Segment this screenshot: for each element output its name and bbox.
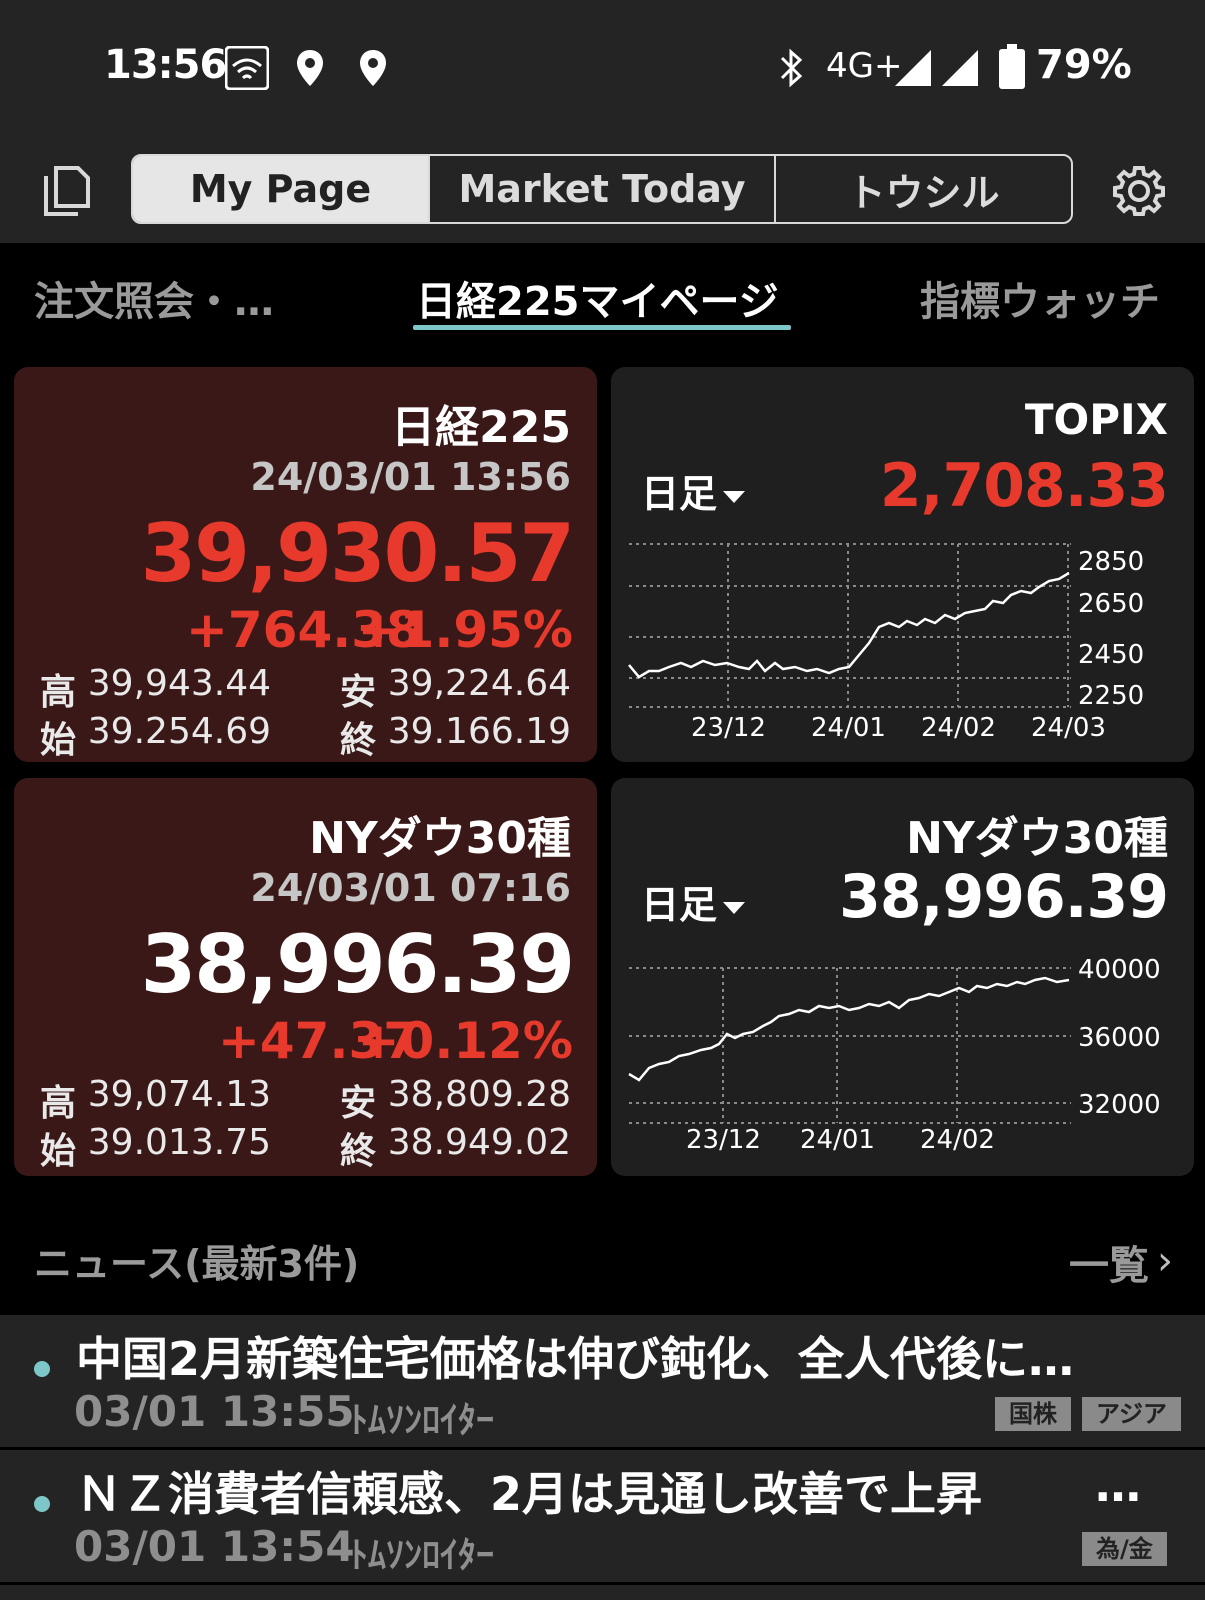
high-label: 高 <box>40 672 77 713</box>
open-label: 始 <box>40 720 77 761</box>
nikkei-timestamp: 24/03/01 13:56 <box>250 455 571 499</box>
dow-high-low-row: 高 39,074.13 安 38,809.28 <box>40 1074 571 1124</box>
low-label: 安 <box>340 672 377 713</box>
news-headline-ellipsis: … <box>1095 1458 1141 1512</box>
dow-card[interactable]: NYダウ30種 24/03/01 07:16 38,996.39 +47.37 … <box>14 778 597 1176</box>
y-tick: 36000 <box>1078 1023 1161 1053</box>
period-dropdown[interactable]: 日足 <box>641 463 746 518</box>
status-bar: 13:56 4G+ 79% <box>0 0 1205 140</box>
news-item[interactable]: 中国2月新築住宅価格は伸び鈍化、全人代後に… 03/01 13:55 ﾄﾑｿﾝﾛ… <box>0 1312 1205 1447</box>
nikkei-card[interactable]: 日経225 24/03/01 13:56 39,930.57 +764.38 +… <box>14 367 597 762</box>
dow-open-close-row: 始 39.013.75 終 38.949.02 <box>40 1122 571 1172</box>
high-label: 高 <box>40 1083 77 1124</box>
open-value: 39.013.75 <box>87 1122 271 1163</box>
y-tick: 2850 <box>1078 547 1145 577</box>
x-tick: 23/12 <box>686 1125 761 1155</box>
close-label: 終 <box>340 1131 377 1172</box>
sub-tabs: 注文照会・… 日経225マイページ 指標ウォッチ <box>0 243 1205 338</box>
location-icon <box>358 48 388 92</box>
nikkei-title: 日経225 <box>391 402 571 453</box>
signal-icon <box>940 48 980 92</box>
unread-dot-icon <box>34 1496 50 1512</box>
low-value: 39,224.64 <box>387 663 571 704</box>
subtab-index-watch[interactable]: 指標ウォッチ <box>920 269 1160 327</box>
high-value: 39,074.13 <box>87 1074 271 1115</box>
open-label: 始 <box>40 1131 77 1172</box>
y-tick: 32000 <box>1078 1090 1161 1120</box>
open-value: 39.254.69 <box>87 711 271 752</box>
dow-chart-value: 38,996.39 <box>839 862 1169 932</box>
gear-icon[interactable] <box>1112 164 1166 222</box>
location-icon <box>295 48 325 92</box>
subtab-nikkei-mypage[interactable]: 日経225マイページ <box>416 269 779 327</box>
close-label: 終 <box>340 720 377 761</box>
x-tick: 23/12 <box>691 713 766 743</box>
topix-card[interactable]: TOPIX 日足 2,708.33 2850 2650 2450 2250 23… <box>611 367 1194 762</box>
news-source: ﾄﾑｿﾝﾛｲﾀｰ <box>350 1400 494 1441</box>
bluetooth-icon <box>774 48 808 92</box>
main-segment-tabs: My Page Market Today トウシル <box>131 154 1073 224</box>
chevron-down-icon <box>723 490 746 503</box>
news-section-title: ニュース(最新3件) <box>34 1242 360 1286</box>
y-tick: 2250 <box>1078 681 1145 711</box>
y-tick: 2450 <box>1078 640 1145 670</box>
dow-title: NYダウ30種 <box>309 813 571 864</box>
chevron-right-icon[interactable]: › <box>1157 1238 1173 1284</box>
tab-market-today[interactable]: Market Today <box>430 156 776 222</box>
topix-title: TOPIX <box>1024 395 1168 444</box>
subtab-order-inquiry[interactable]: 注文照会・… <box>34 269 274 327</box>
dow-change-pct: +0.12% <box>357 1012 573 1070</box>
tab-my-page[interactable]: My Page <box>133 156 430 222</box>
low-value: 38,809.28 <box>387 1074 571 1115</box>
news-date: 03/01 13:55 <box>74 1387 355 1436</box>
dow-chart-card[interactable]: NYダウ30種 日足 38,996.39 40000 36000 32000 2… <box>611 778 1194 1176</box>
x-tick: 24/01 <box>811 713 886 743</box>
news-source: ﾄﾑｿﾝﾛｲﾀｰ <box>350 1535 494 1576</box>
close-value: 39.166.19 <box>387 711 571 752</box>
news-headline: 中国2月新築住宅価格は伸び鈍化、全人代後に… <box>76 1332 1075 1386</box>
y-tick: 40000 <box>1078 955 1161 985</box>
low-label: 安 <box>340 1083 377 1124</box>
status-time: 13:56 <box>104 42 227 88</box>
active-tab-indicator <box>413 325 791 330</box>
period-label: 日足 <box>641 883 718 927</box>
wifi-icon <box>224 45 270 94</box>
battery-icon <box>998 44 1026 94</box>
news-item[interactable] <box>0 1582 1205 1600</box>
top-toolbar: My Page Market Today トウシル <box>0 140 1205 243</box>
nikkei-change-pct: +1.95% <box>357 601 573 659</box>
network-type: 4G+ <box>826 46 903 86</box>
news-tag: 国株 <box>995 1397 1071 1431</box>
dow-value: 38,996.39 <box>140 918 575 1011</box>
x-tick: 24/03 <box>1031 713 1106 743</box>
nikkei-high-low-row: 高 39,943.44 安 39,224.64 <box>40 663 571 713</box>
signal-icon <box>893 48 933 92</box>
high-value: 39,943.44 <box>87 663 271 704</box>
news-tag: アジア <box>1082 1397 1182 1431</box>
news-tag: 為/金 <box>1082 1532 1167 1566</box>
dow-timestamp: 24/03/01 07:16 <box>250 866 571 910</box>
news-all-link[interactable]: 一覧 <box>1069 1233 1149 1291</box>
y-tick: 2650 <box>1078 589 1145 619</box>
x-tick: 24/02 <box>921 713 996 743</box>
close-value: 38.949.02 <box>387 1122 571 1163</box>
copy-pages-icon[interactable] <box>38 162 94 222</box>
topix-value: 2,708.33 <box>879 451 1169 521</box>
nikkei-value: 39,930.57 <box>140 507 575 600</box>
period-label: 日足 <box>641 472 718 516</box>
x-tick: 24/02 <box>920 1125 995 1155</box>
news-date: 03/01 13:54 <box>74 1522 355 1571</box>
x-tick: 24/01 <box>800 1125 875 1155</box>
period-dropdown[interactable]: 日足 <box>641 874 746 929</box>
dow-chart-title: NYダウ30種 <box>906 813 1168 864</box>
tab-toushiru[interactable]: トウシル <box>776 156 1071 222</box>
chevron-down-icon <box>723 901 746 914</box>
battery-percent: 79% <box>1036 42 1132 88</box>
unread-dot-icon <box>34 1361 50 1377</box>
news-headline: ＮＺ消費者信頼感、2月は見通し改善で上昇 <box>76 1467 983 1521</box>
news-item[interactable]: ＮＺ消費者信頼感、2月は見通し改善で上昇 … 03/01 13:54 ﾄﾑｿﾝﾛ… <box>0 1447 1205 1582</box>
nikkei-open-close-row: 始 39.254.69 終 39.166.19 <box>40 711 571 761</box>
